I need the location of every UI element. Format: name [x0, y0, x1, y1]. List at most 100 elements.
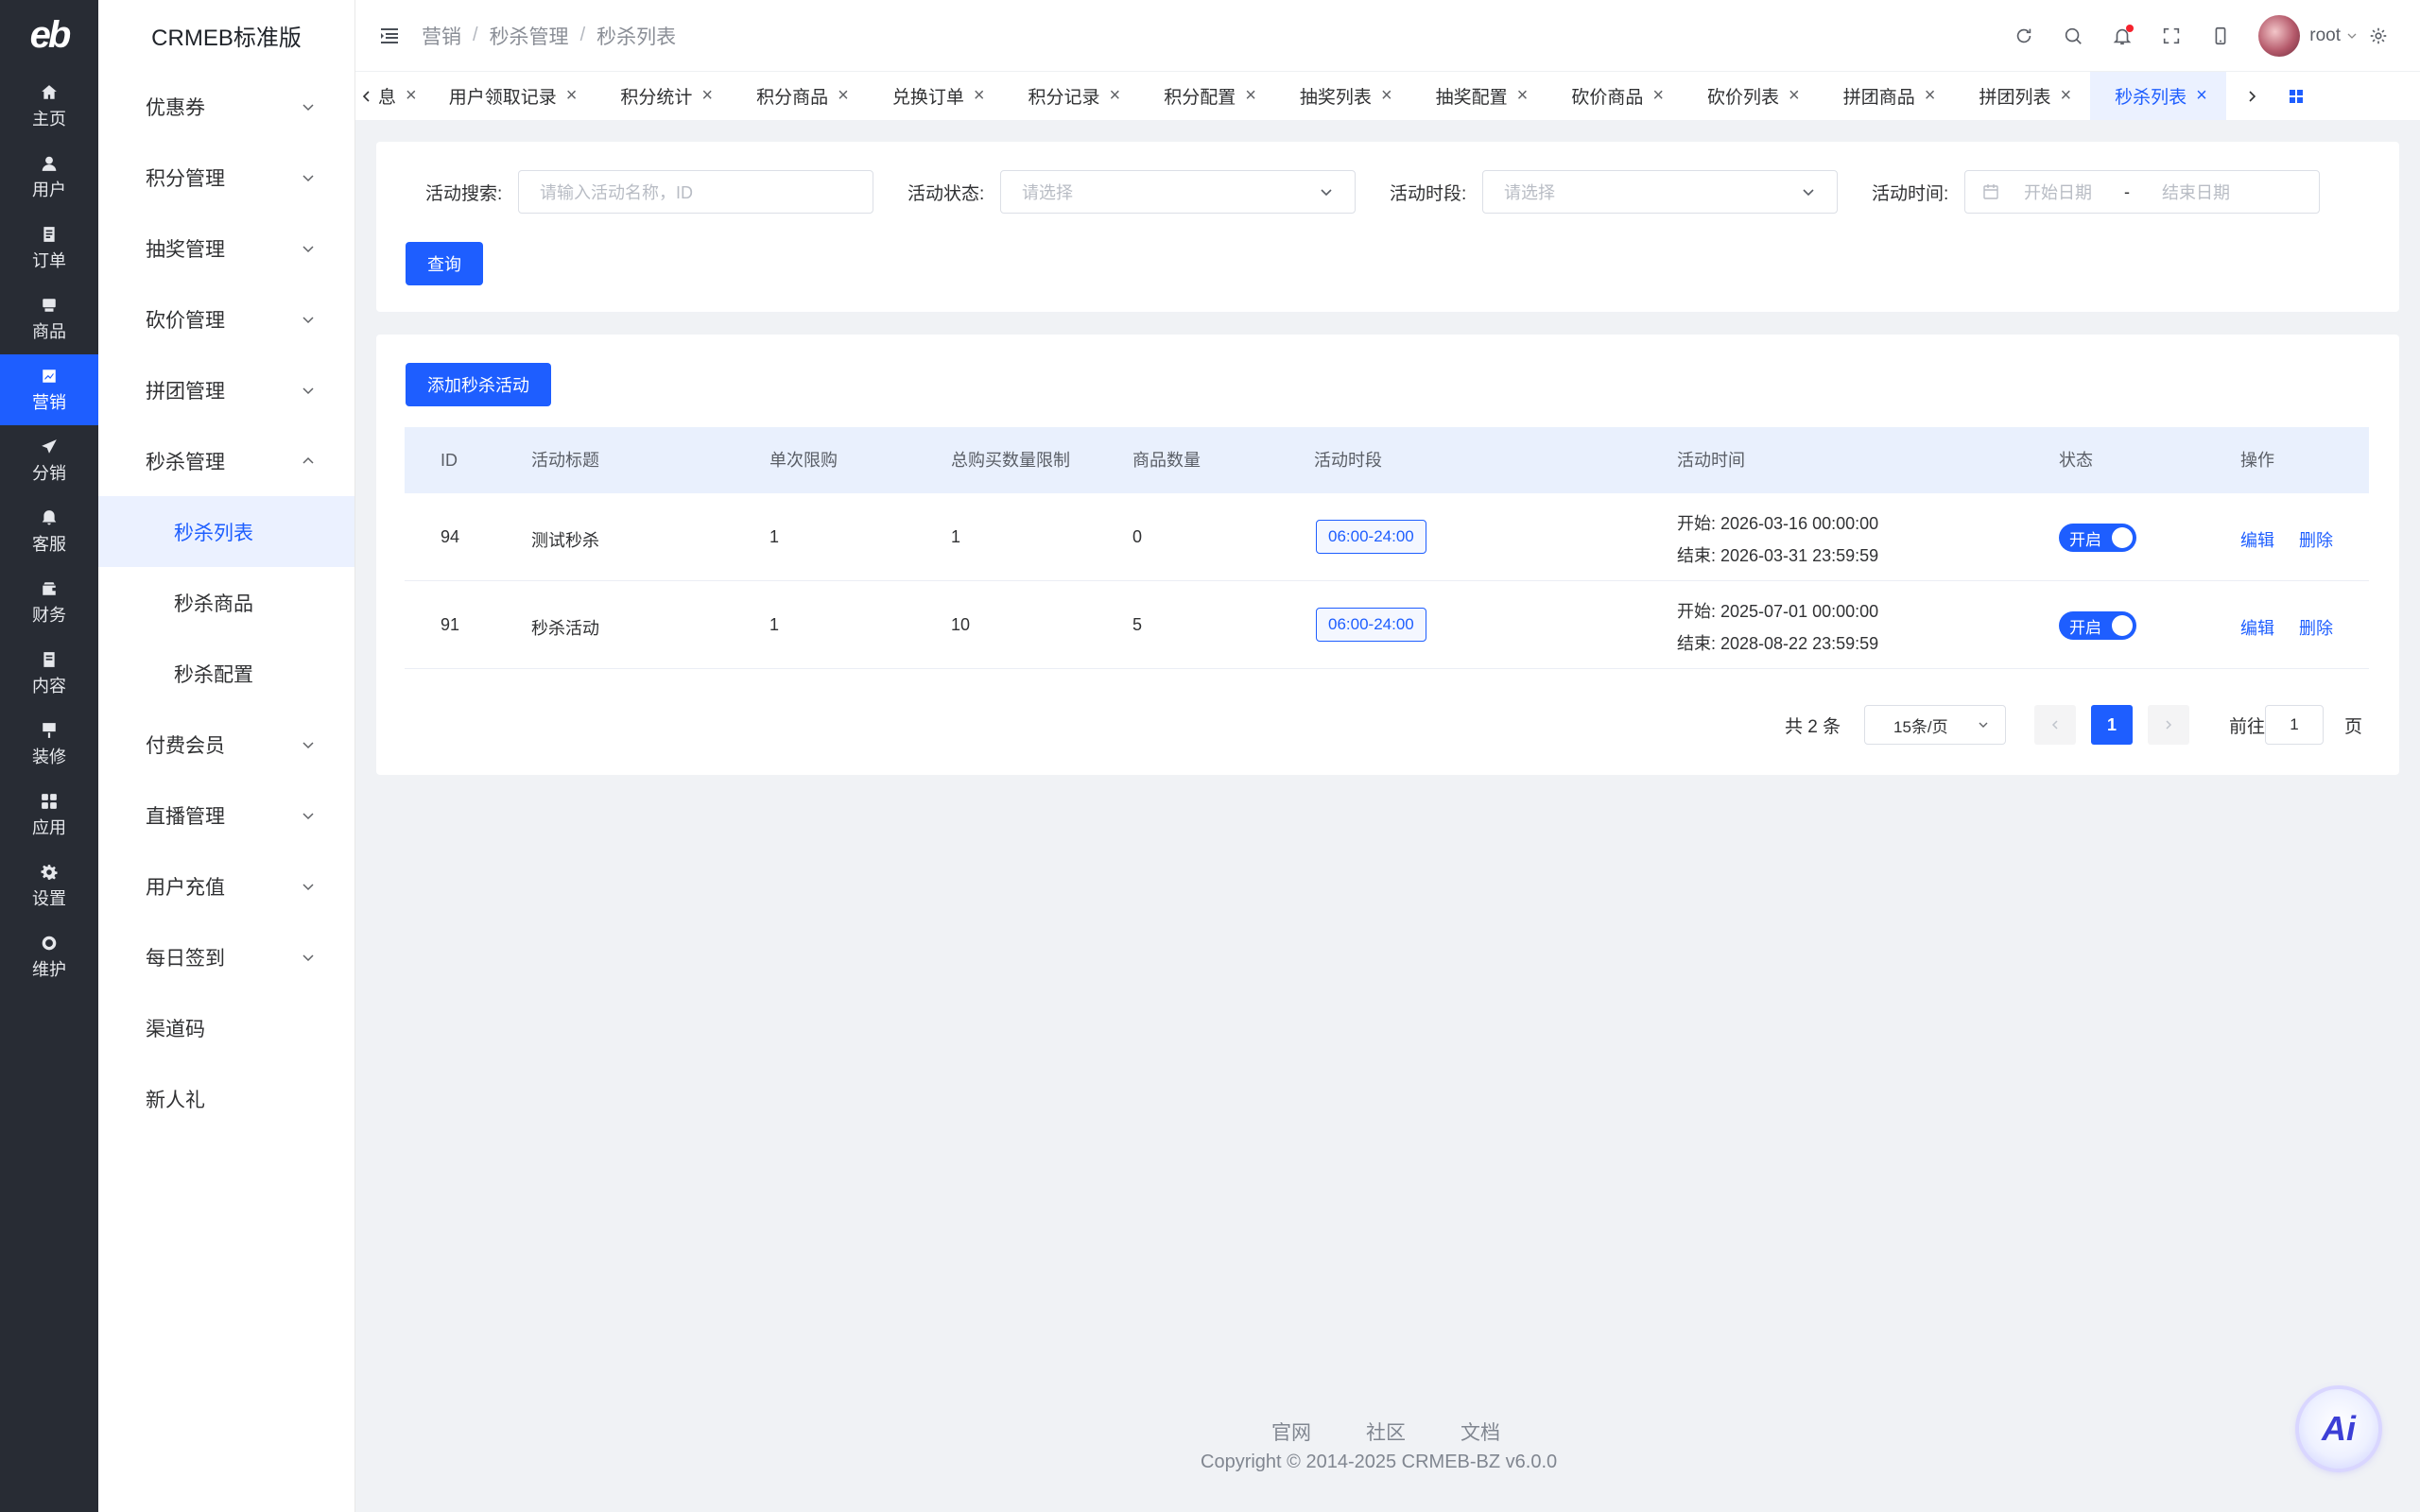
sidebar-item-channel-code[interactable]: 渠道码 [98, 992, 354, 1063]
breadcrumb-item[interactable]: 秒杀管理 [490, 22, 569, 50]
search-icon[interactable] [2048, 17, 2098, 55]
settings-gear-icon[interactable] [2358, 17, 2399, 55]
rail-item-home[interactable]: 主页 [0, 71, 98, 142]
sidebar-item-paid-member[interactable]: 付费会员 [98, 709, 354, 780]
brand-logo[interactable]: eb [0, 0, 98, 71]
tab-points-config[interactable]: 积分配置 × [1139, 72, 1275, 120]
close-icon[interactable]: × [1110, 85, 1121, 107]
username[interactable]: root [2309, 26, 2341, 46]
close-icon[interactable]: × [2060, 85, 2071, 107]
close-icon[interactable]: × [2196, 85, 2207, 107]
close-icon[interactable]: × [1517, 85, 1529, 107]
rail-item-content[interactable]: 内容 [0, 638, 98, 709]
close-icon[interactable]: × [1652, 85, 1664, 107]
delete-link[interactable]: 删除 [2299, 615, 2333, 640]
sidebar-item-seckill-config[interactable]: 秒杀配置 [98, 638, 354, 709]
date-range-picker[interactable]: 开始日期 - 结束日期 [1964, 170, 2320, 214]
sidebar-item-newbie-gift[interactable]: 新人礼 [98, 1063, 354, 1134]
rail-item-label: 应用 [32, 817, 66, 837]
rail-item-decoration[interactable]: 装修 [0, 709, 98, 780]
sidebar-item-live[interactable]: 直播管理 [98, 780, 354, 850]
rail-item-order[interactable]: 订单 [0, 213, 98, 284]
rail-item-product[interactable]: 商品 [0, 284, 98, 354]
sidebar-item-group-buy[interactable]: 拼团管理 [98, 354, 354, 425]
close-icon[interactable]: × [406, 85, 417, 107]
sidebar-item-recharge[interactable]: 用户充值 [98, 850, 354, 921]
rail-item-maintenance[interactable]: 维护 [0, 921, 98, 992]
close-icon[interactable]: × [1245, 85, 1256, 107]
sidebar-item-seckill-list[interactable]: 秒杀列表 [98, 496, 354, 567]
close-icon[interactable]: × [566, 85, 578, 107]
tab-points-goods[interactable]: 积分商品 × [732, 72, 868, 120]
rail-item-marketing[interactable]: 营销 [0, 354, 98, 425]
chevron-left-icon [362, 90, 370, 102]
tab-points-records[interactable]: 积分记录 × [1004, 72, 1140, 120]
tab-points-stats[interactable]: 积分统计 × [596, 72, 732, 120]
page-size-select[interactable]: 15条/页 [1864, 705, 2006, 745]
close-icon[interactable]: × [1381, 85, 1392, 107]
sidebar-item-seckill-goods[interactable]: 秒杀商品 [98, 567, 354, 638]
rail-item-service[interactable]: 客服 [0, 496, 98, 567]
query-button[interactable]: 查询 [406, 242, 483, 285]
tab-bargain-goods[interactable]: 砍价商品 × [1547, 72, 1683, 120]
tab-exchange-orders[interactable]: 兑换订单 × [868, 72, 1004, 120]
close-icon[interactable]: × [1925, 85, 1936, 107]
edit-link[interactable]: 编辑 [2240, 527, 2274, 552]
tab-seckill-list[interactable]: 秒杀列表 × [2090, 72, 2226, 120]
chevron-down-icon [302, 883, 314, 890]
tabs-scroll-left[interactable] [355, 72, 378, 120]
delete-link[interactable]: 删除 [2299, 527, 2333, 552]
edit-link[interactable]: 编辑 [2240, 615, 2274, 640]
table-header: ID 活动标题 单次限购 总购买数量限制 商品数量 活动时段 活动时间 状态 操… [405, 427, 2369, 493]
fullscreen-icon[interactable] [2147, 17, 2196, 55]
sidebar-item-bargain[interactable]: 砍价管理 [98, 284, 354, 354]
footer-link[interactable]: 官网 [1271, 1418, 1311, 1446]
mobile-preview-icon[interactable] [2196, 17, 2245, 55]
tab-bargain-list[interactable]: 砍价列表 × [1683, 72, 1819, 120]
rail-item-finance[interactable]: 财务 [0, 567, 98, 638]
status-toggle[interactable]: 开启 [2059, 524, 2136, 552]
add-seckill-button[interactable]: 添加秒杀活动 [406, 363, 551, 406]
avatar[interactable] [2258, 14, 2301, 57]
tabs-menu-grid-icon[interactable] [2277, 72, 2315, 120]
seckill-table-panel: 添加秒杀活动 ID 活动标题 单次限购 总购买数量限制 商品数量 活动时段 活动… [376, 335, 2399, 775]
tab-group-list[interactable]: 拼团列表 × [1954, 72, 2090, 120]
sidebar-item-seckill[interactable]: 秒杀管理 [98, 425, 354, 496]
chevron-down-icon[interactable] [2346, 30, 2358, 42]
tab-user-coupon-record[interactable]: 用户领取记录 × [424, 72, 596, 120]
refresh-icon[interactable] [1999, 17, 2048, 55]
tabs-scroll-right[interactable] [2226, 72, 2277, 120]
footer-link[interactable]: 文档 [1461, 1418, 1500, 1446]
rail-item-user[interactable]: 用户 [0, 142, 98, 213]
period-select[interactable]: 请选择 [1482, 170, 1838, 214]
page-number-current[interactable]: 1 [2091, 705, 2133, 745]
footer-link[interactable]: 社区 [1366, 1418, 1406, 1446]
rail-item-apps[interactable]: 应用 [0, 780, 98, 850]
rail-item-distribution[interactable]: 分销 [0, 425, 98, 496]
bell-icon[interactable] [2098, 17, 2147, 55]
tab-partial[interactable]: 息 × [378, 72, 424, 120]
next-page-button[interactable] [2148, 705, 2189, 745]
close-icon[interactable]: × [701, 85, 713, 107]
tab-lottery-list[interactable]: 抽奖列表 × [1275, 72, 1411, 120]
tab-lottery-config[interactable]: 抽奖配置 × [1411, 72, 1547, 120]
status-select[interactable]: 请选择 [1000, 170, 1356, 214]
breadcrumb-item[interactable]: 营销 [422, 22, 461, 50]
sidebar-item-points[interactable]: 积分管理 [98, 142, 354, 213]
close-icon[interactable]: × [974, 85, 985, 107]
status-toggle[interactable]: 开启 [2059, 611, 2136, 640]
content-icon [40, 650, 59, 669]
range-separator: - [2124, 181, 2130, 201]
menu-toggle-icon[interactable] [378, 25, 401, 47]
search-input[interactable]: 请输入活动名称，ID [518, 170, 873, 214]
sidebar-item-lottery[interactable]: 抽奖管理 [98, 213, 354, 284]
prev-page-button[interactable] [2034, 705, 2076, 745]
ai-assistant-button[interactable]: Ai [2299, 1389, 2378, 1469]
tab-group-goods[interactable]: 拼团商品 × [1819, 72, 1955, 120]
goto-page-input[interactable]: 1 [2265, 705, 2324, 745]
close-icon[interactable]: × [838, 85, 849, 107]
sidebar-item-sign-in[interactable]: 每日签到 [98, 921, 354, 992]
close-icon[interactable]: × [1789, 85, 1800, 107]
sidebar-item-coupon[interactable]: 优惠券 [98, 71, 354, 142]
rail-item-settings[interactable]: 设置 [0, 850, 98, 921]
